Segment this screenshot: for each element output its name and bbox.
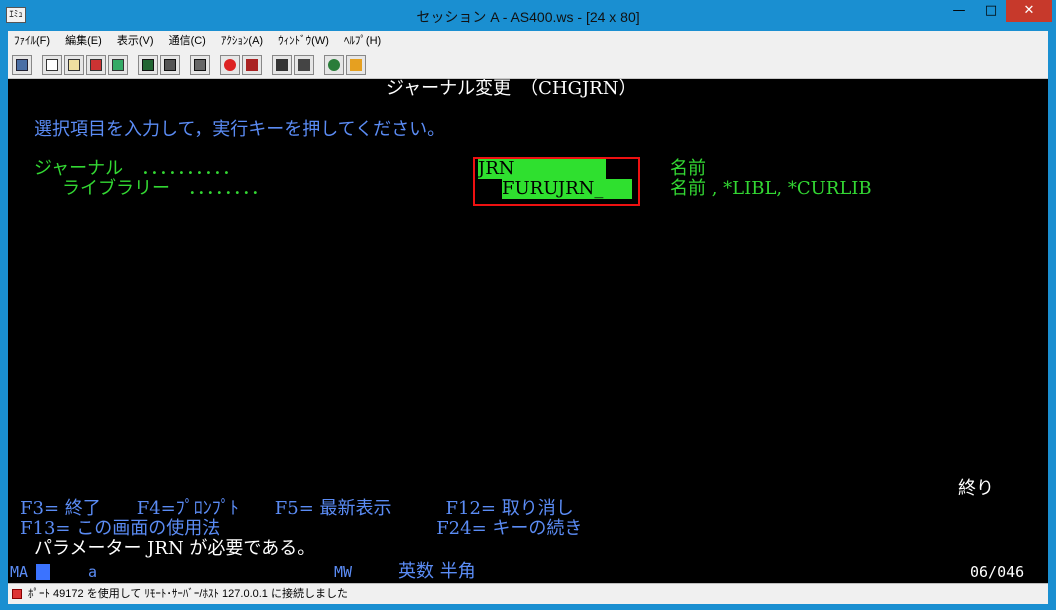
journal-hint: 名前 — [670, 158, 706, 179]
window-title: セッション A - AS400.ws - [24 x 80] — [416, 9, 640, 25]
menu-file[interactable]: ﾌｧｲﾙ(F) — [8, 31, 56, 51]
close-button[interactable]: ✕ — [1006, 0, 1052, 22]
connection-status-bar: ﾎﾟｰﾄ 49172 を使用して ﾘﾓｰﾄ･ｻｰﾊﾞｰ/ﾎｽﾄ 127.0.0.… — [8, 583, 1048, 604]
edit-icon — [350, 59, 362, 71]
copy-icon — [46, 59, 58, 71]
minimize-button[interactable]: — — [944, 0, 974, 22]
function-keys-row2: F13= この画面の使用法 F24= キーの続き — [20, 518, 583, 539]
globe-icon — [328, 59, 340, 71]
display-icon — [142, 59, 154, 71]
status-cursor — [36, 564, 50, 580]
journal-label: ジャーナル ．．．．．．．．．． — [34, 158, 241, 179]
operator-info-area: MA a MW 英数 半角 06/046 — [8, 561, 1048, 583]
print-screen-icon — [16, 59, 28, 71]
menu-help[interactable]: ﾍﾙﾌﾟ(H) — [338, 31, 387, 51]
menu-edit[interactable]: 編集(E) — [59, 31, 108, 51]
macro-button[interactable] — [190, 55, 210, 75]
menu-action[interactable]: ｱｸｼｮﾝ(A) — [215, 31, 269, 51]
display-button[interactable] — [138, 55, 158, 75]
highlight-box — [473, 157, 640, 206]
terminal-screen[interactable]: ジャーナル変更 （CHGJRN） 選択項目を入力して，実行キーを押してください。… — [8, 79, 1048, 561]
status-input-mode: 英数 半角 — [398, 561, 476, 582]
send-file-icon — [90, 59, 102, 71]
print-screen-button[interactable] — [12, 55, 32, 75]
maximize-button[interactable]: □ — [976, 0, 1006, 22]
globe-button[interactable] — [324, 55, 344, 75]
macro-icon — [194, 59, 206, 71]
status-mw: MW — [334, 563, 353, 581]
receive-file-icon — [112, 59, 124, 71]
play-macro-button[interactable] — [272, 55, 292, 75]
library-hint: 名前 , *LIBL, *CURLIB — [670, 178, 872, 199]
send-file-button[interactable] — [86, 55, 106, 75]
instruction-text: 選択項目を入力して，実行キーを押してください。 — [34, 119, 446, 140]
copy-button[interactable] — [42, 55, 62, 75]
customize-icon — [298, 59, 310, 71]
keypad-button[interactable] — [160, 55, 180, 75]
emulator-window: ｴﾐｭ セッション A - AS400.ws - [24 x 80] — □ ✕… — [0, 0, 1056, 610]
connection-icon — [12, 589, 22, 599]
function-keys-row1: F3= 終了 F4=ﾌﾟﾛﾝﾌﾟﾄ F5= 最新表示 F12= 取り消し — [20, 498, 574, 519]
menu-bar: ﾌｧｲﾙ(F) 編集(E) 表示(V) 通信(C) ｱｸｼｮﾝ(A) ｳｨﾝﾄﾞ… — [8, 31, 1048, 51]
error-message: パラメーター JRN が必要である。 — [34, 538, 316, 559]
title-bar[interactable]: ｴﾐｭ セッション A - AS400.ws - [24 x 80] — □ ✕ — [0, 0, 1056, 32]
menu-communication[interactable]: 通信(C) — [163, 31, 212, 51]
customize-button[interactable] — [294, 55, 314, 75]
end-indicator: 終り — [958, 478, 994, 499]
stop-macro-button[interactable] — [242, 55, 262, 75]
paste-icon — [68, 59, 80, 71]
menu-view[interactable]: 表示(V) — [111, 31, 160, 51]
library-label: ライブラリー ．．．．．．．． — [62, 178, 269, 199]
play-macro-icon — [276, 59, 288, 71]
receive-file-button[interactable] — [108, 55, 128, 75]
edit-button[interactable] — [346, 55, 366, 75]
status-mode: MA — [10, 563, 29, 581]
menu-window[interactable]: ｳｨﾝﾄﾞｳ(W) — [272, 31, 335, 51]
screen-title: ジャーナル変更 （CHGJRN） — [386, 79, 637, 99]
toolbar — [8, 51, 1048, 79]
stop-macro-icon — [246, 59, 258, 71]
connection-message: ﾎﾟｰﾄ 49172 を使用して ﾘﾓｰﾄ･ｻｰﾊﾞｰ/ﾎｽﾄ 127.0.0.… — [28, 588, 348, 600]
status-cursor-position: 06/046 — [970, 563, 1025, 581]
keypad-icon — [164, 59, 176, 71]
status-indicator: a — [88, 563, 98, 581]
record-macro-icon — [224, 59, 236, 71]
record-macro-button[interactable] — [220, 55, 240, 75]
paste-button[interactable] — [64, 55, 84, 75]
